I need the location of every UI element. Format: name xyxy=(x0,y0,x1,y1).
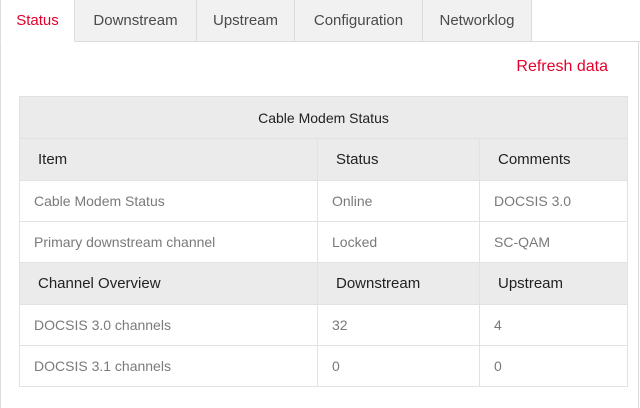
table-cell: DOCSIS 3.0 channels xyxy=(19,304,318,346)
tab-upstream[interactable]: Upstream xyxy=(197,0,295,42)
table-cell: 0 xyxy=(479,345,628,387)
tab-bar-filler xyxy=(532,0,640,42)
column-header-item: Item xyxy=(19,138,318,181)
table-caption: Cable Modem Status xyxy=(19,96,628,139)
tab-downstream[interactable]: Downstream xyxy=(75,0,197,42)
table-row: Cable Modem Status Online DOCSIS 3.0 xyxy=(19,180,628,222)
column-header-downstream: Downstream xyxy=(317,262,480,305)
table-cell: SC-QAM xyxy=(479,221,628,263)
table-cell: 4 xyxy=(479,304,628,346)
table-cell: Locked xyxy=(317,221,480,263)
cable-modem-status-table: Cable Modem Status Item Status Comments … xyxy=(19,96,628,387)
table-row: DOCSIS 3.1 channels 0 0 xyxy=(19,345,628,387)
column-header-channel-overview: Channel Overview xyxy=(19,262,318,305)
table-cell: Online xyxy=(317,180,480,222)
tab-status[interactable]: Status xyxy=(0,0,75,42)
channel-overview-header-row: Channel Overview Downstream Upstream xyxy=(19,262,628,305)
table-cell: DOCSIS 3.0 xyxy=(479,180,628,222)
table-caption-row: Cable Modem Status xyxy=(19,96,628,139)
table-cell: Cable Modem Status xyxy=(19,180,318,222)
tab-configuration[interactable]: Configuration xyxy=(295,0,423,42)
refresh-data-link[interactable]: Refresh data xyxy=(516,58,608,76)
column-header-upstream: Upstream xyxy=(479,262,628,305)
column-header-status: Status xyxy=(317,138,480,181)
table-cell: DOCSIS 3.1 channels xyxy=(19,345,318,387)
table-header-row: Item Status Comments xyxy=(19,138,628,181)
tab-networklog[interactable]: Networklog xyxy=(423,0,532,42)
page: Status Downstream Upstream Configuration… xyxy=(0,0,640,408)
table-cell: 32 xyxy=(317,304,480,346)
column-header-comments: Comments xyxy=(479,138,628,181)
table-cell: 0 xyxy=(317,345,480,387)
table-row: DOCSIS 3.0 channels 32 4 xyxy=(19,304,628,346)
tab-bar: Status Downstream Upstream Configuration… xyxy=(0,0,640,42)
table-cell: Primary downstream channel xyxy=(19,221,318,263)
table-row: Primary downstream channel Locked SC-QAM xyxy=(19,221,628,263)
